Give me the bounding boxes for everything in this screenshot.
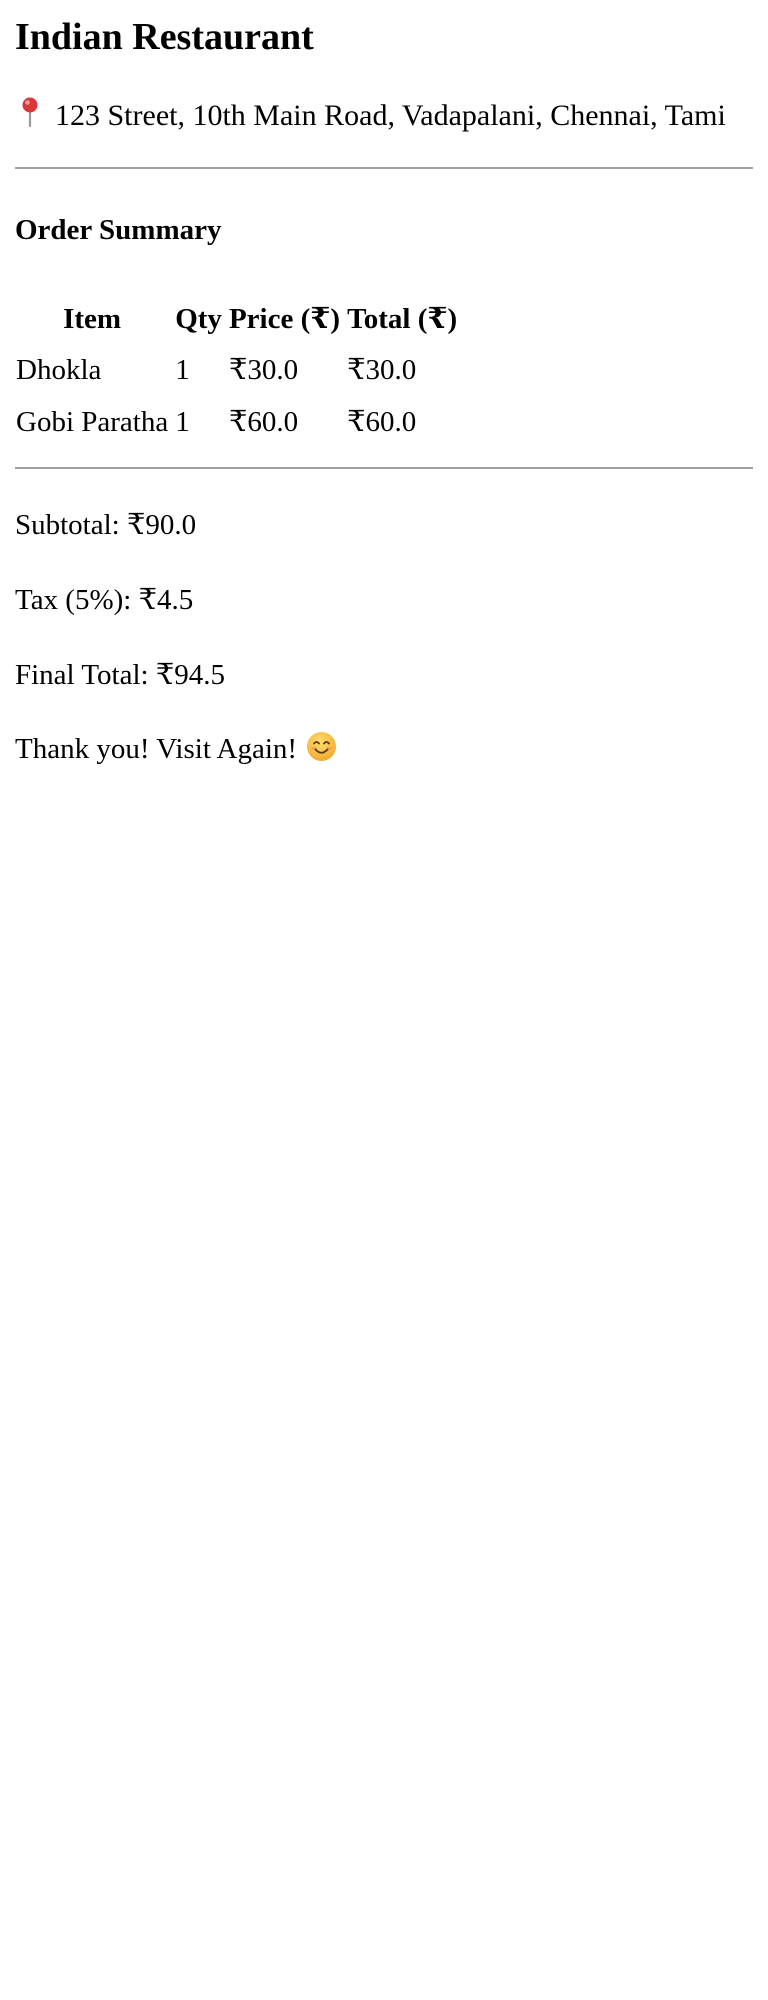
order-table: Item Qty Price (₹) Total (₹) Dhokla 1 ₹3…: [10, 294, 463, 448]
thank-you-message: Thank you! Visit Again!: [15, 727, 337, 771]
column-header-qty: Qty: [175, 303, 222, 335]
tax-line: Tax (5%): ₹4.5: [15, 584, 194, 616]
item-price: ₹30.0: [228, 354, 299, 386]
restaurant-address: 123 Street, 10th Main Road, Vadapalani, …: [15, 94, 753, 138]
restaurant-name: Indian Restaurant: [15, 16, 314, 58]
column-header-total: Total (₹): [347, 303, 458, 335]
divider: [15, 167, 753, 169]
item-name: Dhokla: [16, 354, 102, 386]
table-row: Dhokla 1 ₹30.0 ₹30.0: [15, 344, 458, 396]
subtotal-line: Subtotal: ₹90.0: [15, 509, 197, 541]
item-price: ₹60.0: [228, 406, 299, 438]
receipt-page: Indian Restaurant 123 Street, 10th Main …: [0, 0, 768, 2000]
smiling-face-icon: [306, 731, 337, 762]
item-qty: 1: [175, 354, 190, 386]
item-name: Gobi Paratha: [16, 406, 169, 438]
column-header-item: Item: [63, 303, 122, 335]
item-total: ₹30.0: [347, 354, 417, 386]
order-summary-heading: Order Summary: [15, 214, 222, 246]
column-header-price: Price (₹): [228, 303, 341, 335]
map-pin-icon: [21, 97, 39, 127]
thank-you-text: Thank you! Visit Again!: [15, 733, 298, 765]
table-header-row: Item Qty Price (₹) Total (₹): [15, 294, 458, 344]
final-total-line: Final Total: ₹94.5: [15, 659, 226, 691]
divider: [15, 467, 753, 469]
item-total: ₹60.0: [347, 406, 417, 438]
address-text: 123 Street, 10th Main Road, Vadapalani, …: [55, 99, 726, 132]
item-qty: 1: [175, 406, 190, 438]
table-row: Gobi Paratha 1 ₹60.0 ₹60.0: [15, 396, 458, 448]
